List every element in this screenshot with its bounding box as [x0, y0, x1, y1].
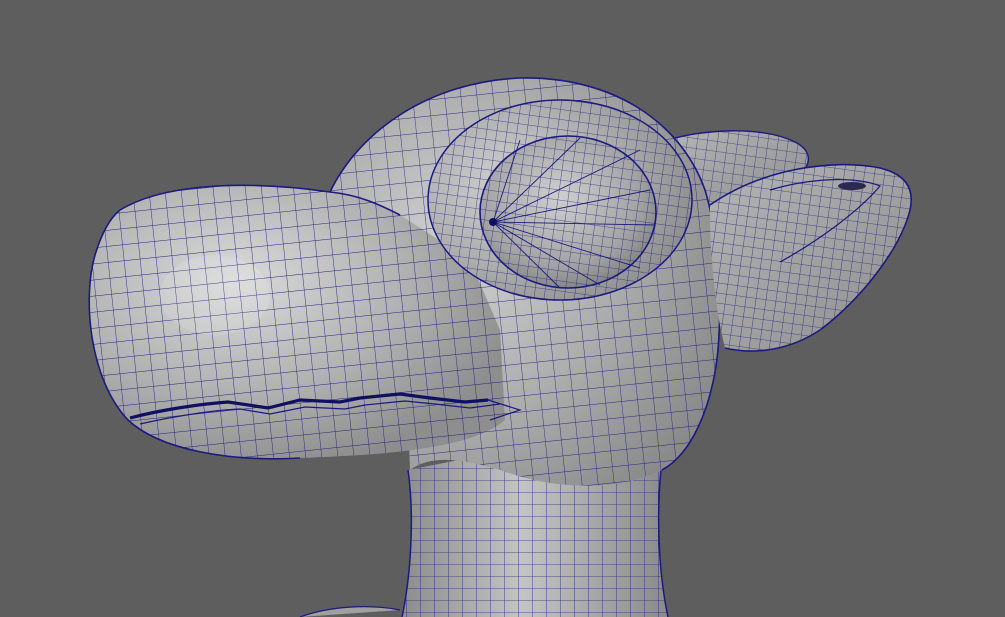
front-ear-mesh	[709, 163, 912, 352]
snout-highlight	[160, 255, 270, 335]
3d-viewport[interactable]	[0, 0, 1005, 617]
viewport-canvas[interactable]	[0, 0, 1005, 617]
eyeball-mesh	[479, 135, 657, 289]
